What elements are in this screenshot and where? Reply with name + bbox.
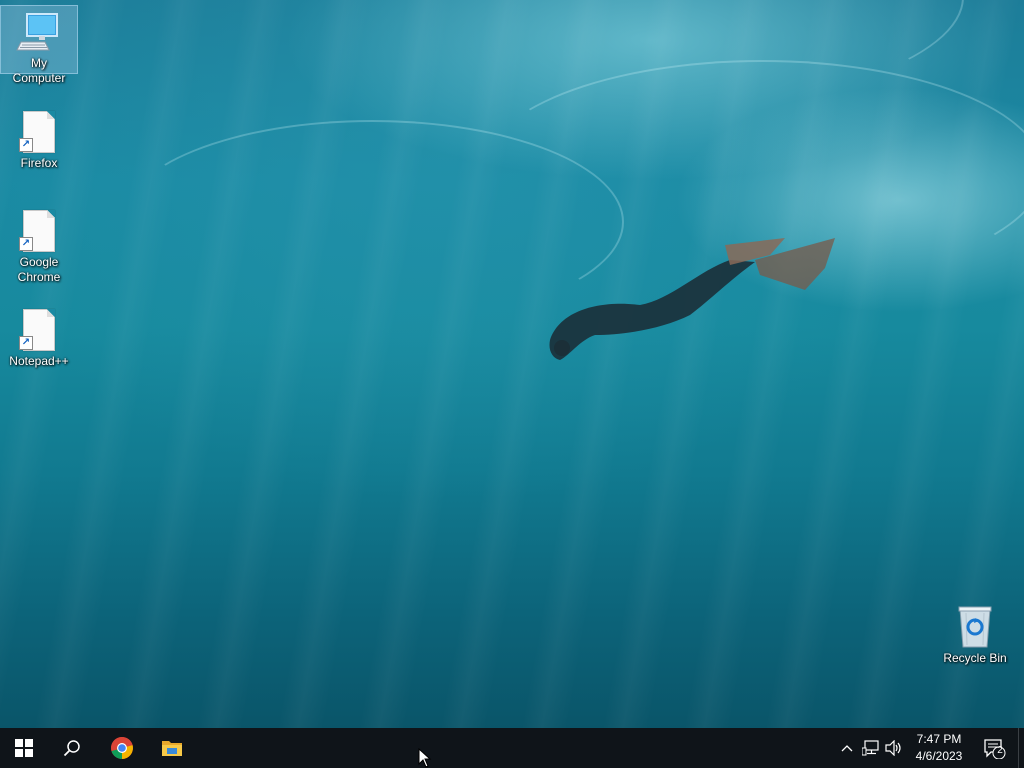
windows-start-icon [15,739,33,757]
mouse-pointer-icon [418,748,432,768]
shortcut-file-icon: ↗ [15,108,63,156]
taskbar: 7:47 PM 4/6/2023 2 [0,728,1024,768]
shortcut-arrow-icon: ↗ [19,138,33,152]
shortcut-file-icon: ↗ [15,306,63,354]
tray-overflow-button[interactable] [836,728,858,768]
taskbar-file-explorer-button[interactable] [148,728,196,768]
file-explorer-icon [162,741,182,756]
desktop-wallpaper: My Computer ↗ Firefox ↗ Google Chrome ↗ … [0,0,1024,728]
chevron-up-icon [841,745,853,752]
computer-icon [15,8,63,56]
shortcut-file-icon: ↗ [15,207,63,255]
desktop-icon-label: Firefox [20,156,58,170]
clock[interactable]: 7:47 PM 4/6/2023 [904,731,974,765]
clock-date: 4/6/2023 [915,749,963,763]
desktop-icon-firefox[interactable]: ↗ Firefox [1,106,77,171]
desktop-icon-label: My Computer [12,56,66,85]
desktop-icon-label: Recycle Bin [943,651,1007,665]
taskbar-chrome-button[interactable] [98,728,146,768]
desktop-icon-google-chrome[interactable]: ↗ Google Chrome [1,205,77,285]
desktop-icon-notepad-plus-plus[interactable]: ↗ Notepad++ [1,304,77,369]
start-button[interactable] [0,728,48,768]
shortcut-arrow-icon: ↗ [19,336,33,350]
desktop-icon-recycle-bin[interactable]: Recycle Bin [937,601,1013,666]
desktop-icon-my-computer[interactable]: My Computer [0,5,78,85]
recycle-bin-icon [951,603,999,651]
clock-time: 7:47 PM [916,732,962,746]
shortcut-arrow-icon: ↗ [19,237,33,251]
volume-button[interactable] [883,728,905,768]
show-desktop-button[interactable] [1018,728,1024,768]
desktop-icon-label: Notepad++ [9,354,69,368]
search-button[interactable] [48,728,96,768]
action-center-button[interactable]: 2 [976,728,1012,768]
volume-icon [885,740,901,756]
desktop-icon-label: Google Chrome [17,255,61,284]
network-icon [862,740,879,756]
network-button[interactable] [859,728,883,768]
notification-count-badge: 2 [997,745,1003,756]
search-icon [63,740,80,757]
diver-image [549,238,835,360]
chrome-icon [111,737,133,759]
